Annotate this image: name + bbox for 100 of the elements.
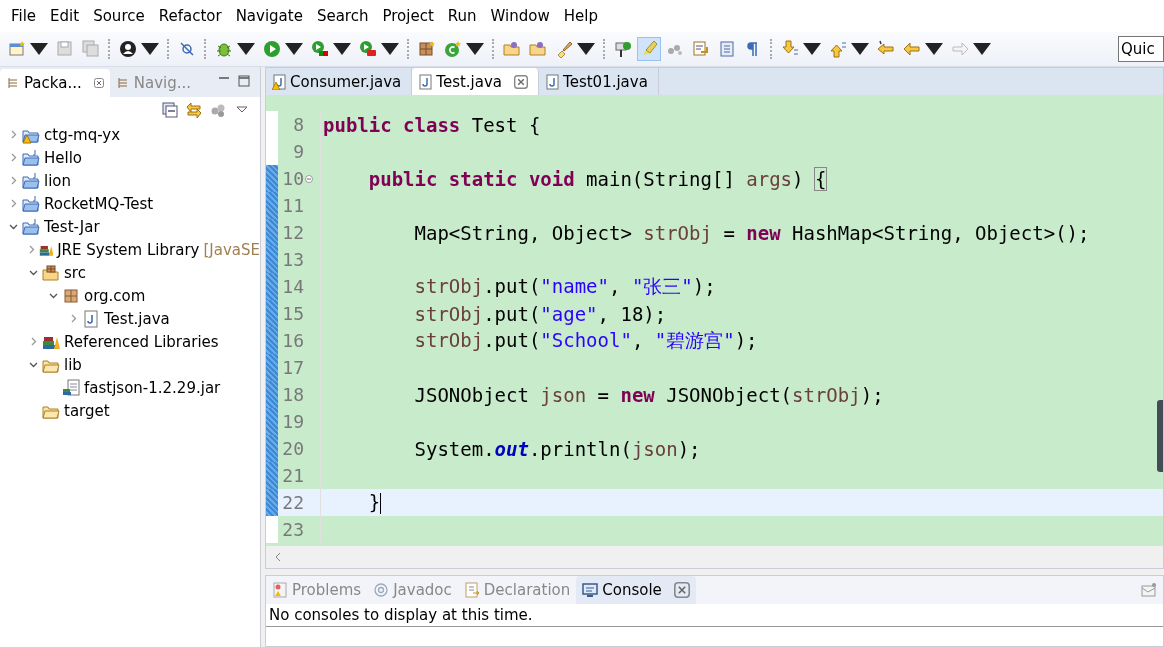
up-icon bbox=[829, 40, 847, 58]
person-icon bbox=[119, 40, 137, 58]
tree-item[interactable]: Hello bbox=[44, 148, 83, 167]
tree-item[interactable]: ctg-mq-yx bbox=[44, 125, 121, 144]
tree-item[interactable]: lib bbox=[64, 355, 82, 374]
tree-item[interactable]: RocketMQ-Test bbox=[44, 194, 154, 213]
doc-icon bbox=[692, 40, 710, 58]
line-number: 10 bbox=[281, 168, 304, 189]
project-icon bbox=[22, 171, 40, 190]
tree-item[interactable]: org.com bbox=[84, 286, 146, 305]
line-number: 11 bbox=[281, 195, 304, 216]
save-icon bbox=[56, 40, 74, 58]
problems-icon bbox=[272, 582, 288, 598]
folder-icon bbox=[503, 40, 521, 58]
editor-tab[interactable]: Test.java bbox=[412, 68, 540, 95]
console-message: No consoles to display at this time. bbox=[266, 604, 1163, 627]
code-line: strObj.put("age", 18); bbox=[413, 302, 667, 325]
menu-item[interactable]: Navigate bbox=[228, 7, 310, 25]
block-icon bbox=[718, 40, 736, 58]
chevron-down-icon[interactable] bbox=[28, 360, 38, 369]
javadoc-icon bbox=[373, 582, 390, 598]
line-number: 13 bbox=[281, 249, 304, 270]
view-tab[interactable]: Console bbox=[576, 576, 696, 604]
line-number: 18 bbox=[281, 384, 304, 405]
back-icon bbox=[903, 40, 921, 58]
menu-item[interactable]: Window bbox=[483, 7, 557, 25]
bug-icon bbox=[215, 40, 233, 58]
line-number: 14 bbox=[281, 276, 304, 297]
line-number: 17 bbox=[281, 357, 304, 378]
code-line: strObj.put("name", "张三"); bbox=[413, 273, 716, 299]
menu-item[interactable]: Source bbox=[86, 7, 152, 25]
line-number: 22 bbox=[281, 492, 304, 513]
close-icon[interactable] bbox=[93, 78, 104, 88]
menu-item[interactable]: Refactor bbox=[151, 7, 229, 25]
source-icon bbox=[42, 263, 60, 282]
tree-item[interactable]: lion bbox=[44, 171, 72, 190]
console-icon bbox=[582, 582, 599, 598]
skip-icon bbox=[178, 40, 196, 58]
external-icon bbox=[359, 40, 377, 58]
package-icon bbox=[62, 286, 80, 305]
tree-item[interactable]: Test.java bbox=[104, 309, 170, 328]
jar-icon bbox=[62, 378, 80, 397]
quick-access-field[interactable]: Quic bbox=[1118, 36, 1164, 62]
class-icon bbox=[444, 40, 462, 58]
project-icon bbox=[22, 217, 40, 236]
scrollbar-thumb[interactable] bbox=[1157, 400, 1163, 472]
java-icon bbox=[82, 309, 100, 328]
tree-item[interactable]: target bbox=[64, 401, 110, 420]
saveall-icon bbox=[82, 40, 100, 58]
tree-item[interactable]: JRE System Library bbox=[57, 240, 200, 259]
line-number: 15 bbox=[281, 303, 304, 324]
line-number: 21 bbox=[281, 465, 304, 486]
line-number: 23 bbox=[281, 519, 304, 540]
dots-icon[interactable] bbox=[210, 102, 226, 118]
run-icon bbox=[263, 40, 281, 58]
code-line: System.out.println(json); bbox=[413, 437, 701, 460]
project-icon bbox=[22, 148, 40, 167]
menu-item[interactable]: Search bbox=[309, 7, 376, 25]
chevron-down-icon[interactable] bbox=[8, 222, 18, 231]
chevron-down-icon[interactable] bbox=[28, 268, 38, 277]
coverage-icon bbox=[311, 40, 329, 58]
view-tab[interactable]: Packa... bbox=[0, 69, 110, 97]
tree-item-decoration: [JavaSE bbox=[203, 240, 260, 259]
code-line: } bbox=[367, 491, 382, 514]
menu-item[interactable]: Project bbox=[375, 7, 441, 25]
code-line: JSONObject json = new JSONObject(strObj); bbox=[413, 383, 884, 406]
close-icon[interactable] bbox=[673, 582, 690, 598]
link-arrows-icon[interactable] bbox=[186, 102, 202, 118]
folder-icon bbox=[529, 40, 547, 58]
brush-icon bbox=[555, 40, 573, 58]
code-line: public static void main(String[] args) { bbox=[367, 167, 827, 190]
line-number: 20 bbox=[281, 438, 304, 459]
hierarchy-icon bbox=[115, 76, 130, 90]
line-number: 12 bbox=[281, 222, 304, 243]
code-line: public class Test { bbox=[322, 113, 541, 136]
package-icon bbox=[418, 40, 436, 58]
declaration-icon bbox=[463, 582, 480, 598]
tree-item[interactable]: Test-Jar bbox=[44, 217, 100, 236]
highlight-icon bbox=[640, 40, 658, 58]
tree-item[interactable]: fastjson-1.2.29.jar bbox=[84, 378, 221, 397]
collapse-all-icon[interactable] bbox=[162, 102, 178, 118]
line-number: 16 bbox=[281, 330, 304, 351]
maximize-icon[interactable] bbox=[238, 75, 250, 87]
pin-icon bbox=[614, 40, 632, 58]
down-icon bbox=[781, 40, 799, 58]
menu-item[interactable]: File bbox=[4, 7, 44, 25]
tree-view-icon bbox=[6, 76, 20, 90]
tree-item[interactable]: src bbox=[64, 263, 86, 282]
chevron-down-icon[interactable] bbox=[48, 291, 58, 300]
line-number: 19 bbox=[281, 411, 304, 432]
new-icon bbox=[8, 40, 26, 58]
menu-item[interactable]: Edit bbox=[43, 7, 87, 25]
project-icon bbox=[22, 194, 40, 213]
menu-item[interactable]: Help bbox=[556, 7, 605, 25]
line-number: 8 bbox=[292, 114, 304, 135]
tree-item[interactable]: Referenced Libraries bbox=[64, 332, 219, 351]
scroll-left-icon[interactable] bbox=[274, 552, 282, 562]
menu-item[interactable]: Run bbox=[440, 7, 484, 25]
close-icon[interactable] bbox=[514, 73, 529, 90]
code-line: strObj.put("School", "碧游宫"); bbox=[413, 327, 758, 353]
